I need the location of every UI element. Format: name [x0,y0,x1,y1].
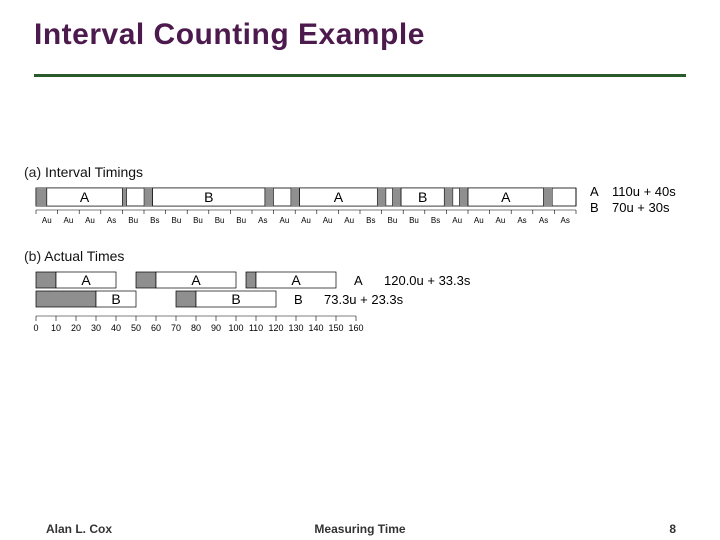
svg-text:30: 30 [91,323,101,333]
svg-text:10: 10 [51,323,61,333]
panel-b-label: (b) [24,248,41,264]
svg-text:20: 20 [71,323,81,333]
svg-text:140: 140 [308,323,323,333]
svg-text:A: A [81,272,91,288]
svg-text:As: As [107,216,116,225]
svg-text:150: 150 [328,323,343,333]
svg-text:130: 130 [288,323,303,333]
svg-text:Bu: Bu [128,216,138,225]
svg-text:110: 110 [249,323,263,333]
svg-text:Au: Au [301,216,311,225]
svg-text:60: 60 [151,323,161,333]
footer-page: 8 [669,522,676,536]
svg-text:A: A [291,272,301,288]
svg-text:A: A [354,273,363,288]
svg-text:A: A [501,189,511,205]
svg-text:B: B [590,200,599,215]
panel-a-header: (a) Interval Timings [24,164,696,180]
panel-a-label: (a) [24,164,41,180]
svg-text:As: As [561,216,570,225]
svg-text:90: 90 [211,323,221,333]
title-rule [34,74,686,77]
svg-text:Au: Au [452,216,462,225]
svg-text:Bu: Bu [409,216,419,225]
svg-text:B: B [418,189,427,205]
svg-text:40: 40 [111,323,121,333]
svg-text:Au: Au [64,216,74,225]
panel-a-svg: ABABAAuAuAuAsBuBsBuBuBuBuAsAuAuAuAuBsBuB… [24,186,696,232]
svg-text:Au: Au [496,216,506,225]
svg-text:73.3u + 23.3s: 73.3u + 23.3s [324,292,404,307]
svg-text:Bu: Bu [215,216,225,225]
svg-text:160: 160 [348,323,363,333]
svg-text:Bs: Bs [366,216,375,225]
svg-text:Bs: Bs [431,216,440,225]
panel-b-svg: A A A A 120.0u + 33.3s B B B 73.3u + 23.3s 0 10 20 3… [24,270,696,348]
diagram: (a) Interval Timings ABABAAuAuAuAsBuBsBu… [24,160,696,348]
panel-b-title: Actual Times [44,248,124,264]
svg-text:0: 0 [33,323,38,333]
page-title: Interval Counting Example [34,18,425,52]
svg-text:Au: Au [280,216,290,225]
svg-text:80: 80 [191,323,201,333]
svg-text:Bu: Bu [388,216,398,225]
svg-text:120.0u + 33.3s: 120.0u + 33.3s [384,273,471,288]
svg-text:Au: Au [85,216,95,225]
svg-text:A: A [191,272,201,288]
svg-text:Bu: Bu [193,216,203,225]
svg-text:A: A [590,186,599,199]
panel-a-title: Interval Timings [45,164,143,180]
svg-text:B: B [294,292,303,307]
svg-text:Au: Au [323,216,333,225]
svg-text:B: B [231,291,240,307]
svg-text:Bu: Bu [236,216,246,225]
svg-text:B: B [111,291,120,307]
svg-text:110u + 40s: 110u + 40s [612,186,676,199]
svg-text:70: 70 [171,323,181,333]
svg-text:Au: Au [42,216,52,225]
svg-text:Au: Au [474,216,484,225]
svg-text:As: As [539,216,548,225]
svg-text:A: A [80,189,90,205]
svg-text:70u + 30s: 70u + 30s [612,200,670,215]
svg-text:50: 50 [131,323,141,333]
svg-text:Au: Au [344,216,354,225]
panel-b-header: (b) Actual Times [24,248,696,264]
footer-center: Measuring Time [0,522,720,536]
svg-text:Bs: Bs [150,216,159,225]
svg-text:As: As [258,216,267,225]
svg-text:100: 100 [228,323,243,333]
svg-text:A: A [334,189,344,205]
svg-text:B: B [204,189,213,205]
svg-text:Bu: Bu [172,216,182,225]
svg-text:As: As [517,216,526,225]
svg-text:120: 120 [268,323,283,333]
